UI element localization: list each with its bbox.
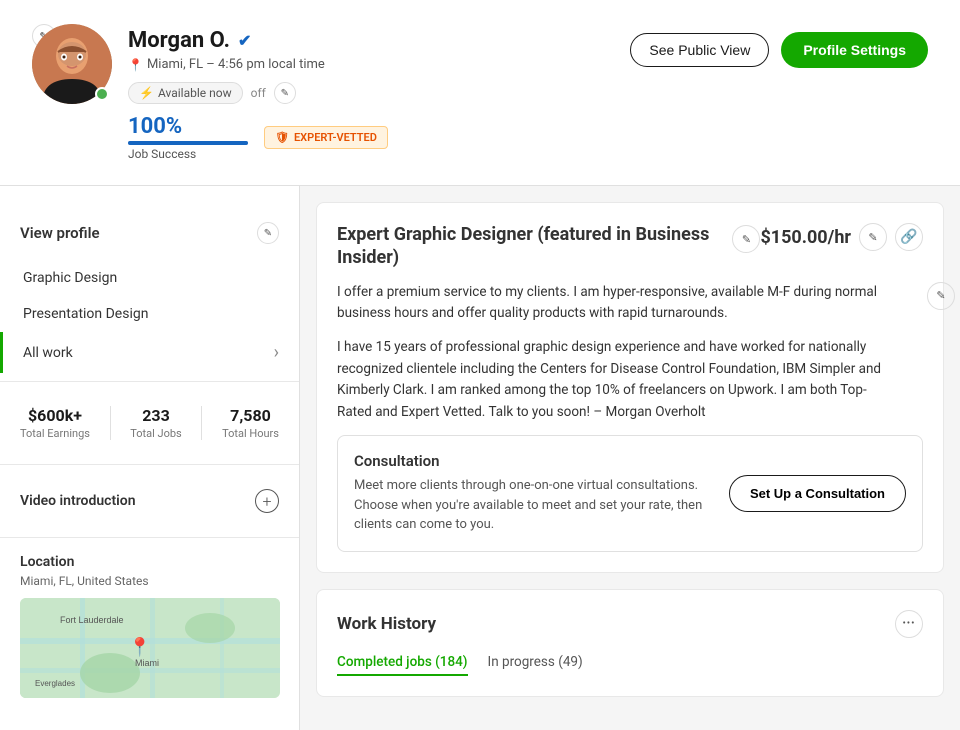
sidebar-divider-3 (0, 537, 299, 538)
expert-vetted-badge: 🛡 EXPERT-VETTED (264, 126, 388, 149)
location-title: Location (20, 554, 279, 570)
bio-section: Expert Graphic Designer (featured in Bus… (316, 202, 944, 573)
bio-rate-section: $150.00/hr ✎ 🔗 (760, 223, 923, 251)
header-actions: See Public View Profile Settings (630, 32, 928, 68)
sidebar-divider-2 (0, 464, 299, 465)
bio-text-edit-button[interactable]: ✎ (927, 282, 955, 310)
stat-divider-2 (201, 406, 202, 440)
location-pin-icon: 📍 (128, 58, 143, 72)
svg-text:Everglades: Everglades (35, 679, 75, 688)
stat-total-earnings: $600k+ Total Earnings (20, 406, 90, 440)
consultation-title: Consultation (354, 452, 709, 470)
sidebar-divider-1 (0, 381, 299, 382)
bio-rate: $150.00/hr (760, 227, 851, 248)
sidebar-item-presentation-design[interactable]: Presentation Design (0, 296, 299, 332)
work-history-header: Work History ••• (337, 610, 923, 638)
consultation-box: Consultation Meet more clients through o… (337, 435, 923, 552)
stat-jobs-value: 233 (130, 406, 182, 425)
tab-completed-jobs[interactable]: Completed jobs (184) (337, 654, 468, 676)
right-panel: Expert Graphic Designer (featured in Bus… (300, 186, 960, 730)
video-introduction-section: Video introduction + (0, 473, 299, 529)
bio-paragraph-2: I have 15 years of professional graphic … (337, 337, 887, 423)
stat-total-jobs: 233 Total Jobs (130, 406, 182, 440)
consultation-info: Consultation Meet more clients through o… (354, 452, 709, 535)
job-success-fill (128, 141, 248, 145)
work-history-tabs: Completed jobs (184) In progress (49) (337, 654, 923, 676)
stat-divider-1 (110, 406, 111, 440)
view-profile-section: View profile ✎ (0, 206, 299, 260)
rate-edit-button[interactable]: ✎ (859, 223, 887, 251)
bio-title-row: Expert Graphic Designer (featured in Bus… (337, 223, 923, 270)
location-section: Location Miami, FL, United States 📍 Fort… (0, 546, 299, 710)
sidebar-item-graphic-design[interactable]: Graphic Design (0, 260, 299, 296)
job-success-section: 100% Job Success (128, 114, 248, 161)
job-success-bar (128, 141, 248, 145)
svg-text:Miami: Miami (135, 658, 159, 668)
stat-jobs-label: Total Jobs (130, 427, 182, 440)
svg-text:Fort Lauderdale: Fort Lauderdale (60, 615, 124, 625)
stat-total-hours: 7,580 Total Hours (222, 406, 279, 440)
bio-title-left: Expert Graphic Designer (featured in Bus… (337, 223, 760, 270)
sidebar-item-all-work[interactable]: All work › (0, 332, 299, 373)
sidebar-stats: $600k+ Total Earnings 233 Total Jobs 7,5… (0, 390, 299, 456)
location-map: 📍 Fort Lauderdale Miami Everglades (20, 598, 280, 698)
availability-state: off (251, 86, 266, 100)
expert-vetted-label: EXPERT-VETTED (294, 131, 377, 144)
job-success-percentage: 100% (128, 114, 248, 139)
bio-title-edit-button[interactable]: ✎ (732, 225, 760, 253)
svg-text:📍: 📍 (129, 636, 151, 658)
view-profile-title: View profile (20, 224, 100, 242)
avatar-wrapper: ✎ (32, 24, 112, 104)
see-public-view-button[interactable]: See Public View (630, 33, 769, 67)
profile-info: Morgan O. ✔ 📍 Miami, FL – 4:56 pm local … (128, 24, 388, 161)
lightning-icon: ⚡ (139, 86, 154, 100)
sidebar: View profile ✎ Graphic Design Presentati… (0, 186, 300, 730)
availability-label: Available now (158, 86, 232, 100)
consultation-description: Meet more clients through one-on-one vir… (354, 476, 709, 535)
bio-paragraph-1: I offer a premium service to my clients.… (337, 282, 887, 325)
share-link-button[interactable]: 🔗 (895, 223, 923, 251)
verified-badge: ✔ (238, 31, 251, 50)
view-profile-edit-button[interactable]: ✎ (257, 222, 279, 244)
profile-location: Miami, FL – 4:56 pm local time (147, 57, 325, 72)
stat-earnings-label: Total Earnings (20, 427, 90, 440)
bio-body-wrapper: I offer a premium service to my clients.… (337, 282, 923, 424)
setup-consultation-button[interactable]: Set Up a Consultation (729, 475, 906, 512)
sidebar-nav: Graphic Design Presentation Design All w… (0, 260, 299, 373)
tab-in-progress[interactable]: In progress (49) (488, 654, 583, 676)
bio-title: Expert Graphic Designer (featured in Bus… (337, 223, 724, 270)
profile-settings-button[interactable]: Profile Settings (781, 32, 928, 68)
stat-earnings-value: $600k+ (20, 406, 90, 425)
chevron-right-icon: › (274, 342, 279, 363)
availability-edit-button[interactable]: ✎ (274, 82, 296, 104)
job-success-label: Job Success (128, 147, 248, 161)
availability-badge: ⚡ Available now (128, 82, 243, 104)
location-text: Miami, FL, United States (20, 574, 279, 588)
shield-icon: 🛡 (275, 131, 289, 144)
online-status-indicator (95, 87, 109, 101)
add-video-button[interactable]: + (255, 489, 279, 513)
work-history-title: Work History (337, 614, 436, 634)
profile-name: Morgan O. (128, 28, 230, 53)
video-intro-title: Video introduction (20, 493, 136, 509)
work-history-section: Work History ••• Completed jobs (184) In… (316, 589, 944, 697)
work-history-more-button[interactable]: ••• (895, 610, 923, 638)
stat-hours-value: 7,580 (222, 406, 279, 425)
stat-hours-label: Total Hours (222, 427, 279, 440)
